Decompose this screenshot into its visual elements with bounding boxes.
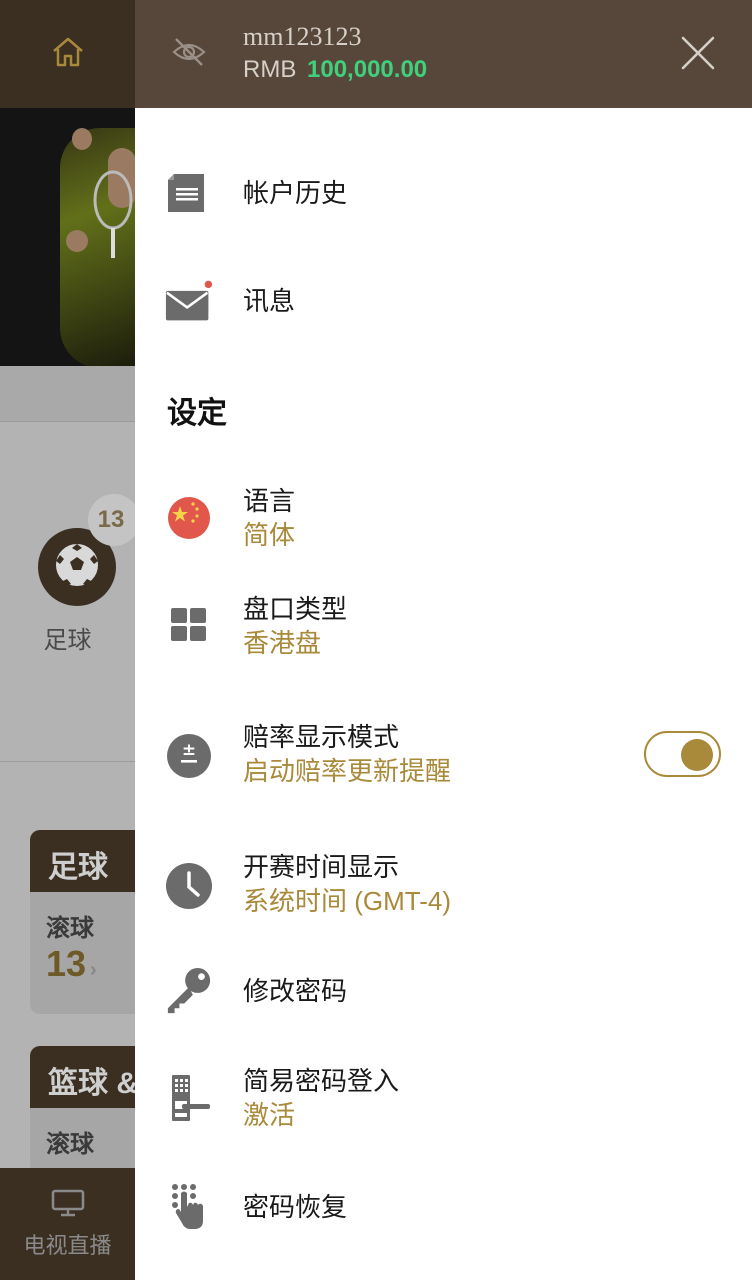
live-label: 滚球	[46, 1131, 94, 1158]
menu-change-password[interactable]: 修改密码	[135, 960, 752, 1022]
key-icon	[165, 967, 213, 1015]
grid-icon	[165, 602, 213, 650]
close-icon[interactable]	[679, 34, 717, 72]
app-header	[0, 0, 135, 108]
menu-label: 语言	[243, 486, 296, 516]
sport-name-label: 足球	[43, 627, 92, 654]
menu-password-recovery[interactable]: 密码恢复	[135, 1176, 752, 1238]
menu-language[interactable]: 语言 简体	[135, 482, 752, 554]
menu-label: 赔率显示模式	[243, 722, 400, 752]
promo-banner-image	[0, 108, 135, 366]
background-app: 13 足球 足球 滚球 13 › 篮球 & 滚球 电视直播	[0, 0, 135, 1280]
balance: RMB 100,000.00	[243, 56, 427, 84]
divider-area	[0, 366, 135, 422]
menu-label: 简易密码登入	[243, 1066, 400, 1096]
clock-icon	[165, 862, 213, 910]
door-keypad-icon	[165, 1074, 213, 1122]
menu-value: 简体	[243, 520, 296, 550]
menu-label: 讯息	[243, 286, 296, 316]
tv-live-tab[interactable]: 电视直播	[0, 1168, 135, 1280]
menu-easy-password-login[interactable]: 简易密码登入 激活	[135, 1064, 752, 1136]
menu-kickoff-time[interactable]: 开赛时间显示 系统时间 (GMT-4)	[135, 850, 752, 922]
live-label: 滚球	[46, 915, 94, 942]
menu-value: 系统时间 (GMT-4)	[243, 886, 451, 916]
envelope-icon	[165, 277, 213, 325]
menu-value: 香港盘	[243, 628, 322, 658]
document-icon	[165, 169, 213, 217]
menu-label: 密码恢复	[243, 1192, 348, 1222]
account-drawer: mm123123 RMB 100,000.00 帐户历史 讯息 设定 语言 简体…	[135, 0, 752, 1280]
keypad-touch-icon	[165, 1182, 213, 1230]
drawer-header: mm123123 RMB 100,000.00	[135, 0, 752, 108]
currency-label: RMB	[243, 56, 297, 83]
settings-section-title: 设定	[167, 397, 227, 430]
live-count: 13 ›	[46, 943, 97, 984]
username: mm123123	[243, 22, 362, 51]
tv-icon	[51, 1189, 85, 1222]
menu-account-history[interactable]: 帐户历史	[135, 160, 752, 226]
card-title: 篮球 &	[30, 1046, 135, 1108]
menu-odds-type[interactable]: 盘口类型 香港盘	[135, 590, 752, 662]
menu-label: 帐户历史	[243, 178, 348, 208]
odds-update-toggle[interactable]	[644, 731, 721, 777]
sport-card-soccer[interactable]: 足球 滚球 13 ›	[30, 830, 135, 1014]
svg-text:±: ±	[182, 740, 196, 760]
menu-value: 启动赔率更新提醒	[243, 756, 452, 786]
toggle-knob	[681, 739, 713, 771]
unread-dot	[204, 280, 213, 289]
sport-card-basketball[interactable]: 篮球 & 滚球	[30, 1046, 135, 1176]
menu-value: 激活	[243, 1100, 296, 1130]
soccer-ball-icon	[53, 541, 101, 594]
card-title: 足球	[30, 830, 135, 892]
hide-balance-eye-icon[interactable]	[171, 34, 207, 70]
balance-amount: 100,000.00	[307, 56, 428, 83]
menu-label: 开赛时间显示	[243, 852, 400, 882]
menu-label: 盘口类型	[243, 594, 348, 624]
plus-minus-icon: ±	[165, 732, 213, 780]
china-flag-icon	[165, 494, 213, 542]
menu-messages[interactable]: 讯息	[135, 270, 752, 332]
sport-count-badge: 13	[88, 494, 135, 546]
tv-live-label: 电视直播	[23, 1232, 112, 1258]
home-icon[interactable]	[50, 34, 86, 75]
menu-label: 修改密码	[243, 976, 348, 1006]
